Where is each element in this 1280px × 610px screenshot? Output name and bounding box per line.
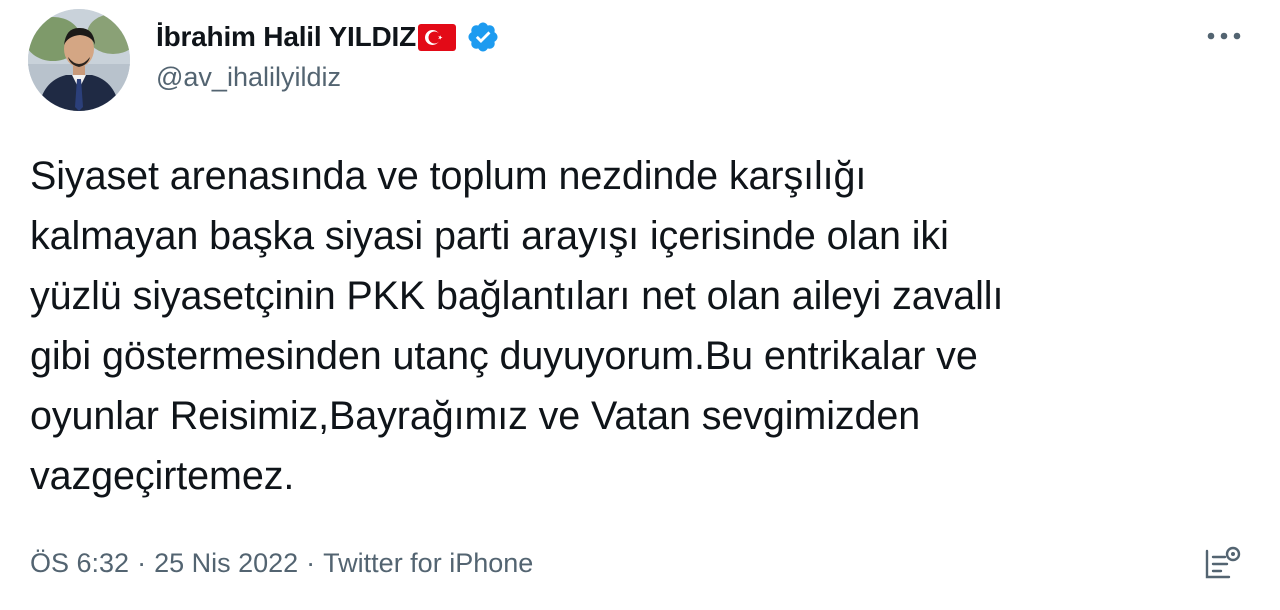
tweet-source[interactable]: Twitter for iPhone xyxy=(323,548,533,579)
more-horizontal-icon xyxy=(1207,32,1241,40)
verified-badge-icon xyxy=(466,20,500,54)
view-analytics-button[interactable] xyxy=(1198,540,1248,586)
author-name-row[interactable]: İbrahim Halil YILDIZ xyxy=(156,17,500,57)
tweet-date[interactable]: 25 Nis 2022 xyxy=(154,548,298,579)
tweet-line: Siyaset arenasında ve toplum nezdinde ka… xyxy=(30,154,867,198)
tweet-line: oyunlar Reisimiz,Bayrağımız ve Vatan sev… xyxy=(30,394,921,438)
tweet-line: vazgeçirtemez. xyxy=(30,454,295,498)
meta-separator: · xyxy=(137,547,147,578)
analytics-icon xyxy=(1205,546,1241,579)
avatar-photo xyxy=(28,9,130,111)
tweet-time[interactable]: ÖS 6:32 xyxy=(30,548,129,579)
author-handle[interactable]: @av_ihalilyildiz xyxy=(156,62,341,93)
more-options-button[interactable] xyxy=(1200,18,1248,54)
tweet-line: gibi göstermesinden utanç duyuyorum.Bu e… xyxy=(30,334,978,378)
tweet-text: Siyaset arenasında ve toplum nezdinde ka… xyxy=(30,146,1250,506)
tweet-metadata: ÖS 6:32 · 25 Nis 2022 · Twitter for iPho… xyxy=(30,543,533,583)
tweet-line: kalmayan başka siyasi parti arayışı içer… xyxy=(30,214,949,258)
author-display-name[interactable]: İbrahim Halil YILDIZ xyxy=(156,21,416,53)
avatar[interactable] xyxy=(28,9,130,111)
tweet-line: yüzlü siyasetçinin PKK bağlantıları net … xyxy=(30,274,1004,318)
meta-separator: · xyxy=(306,547,316,578)
turkey-flag-icon xyxy=(417,23,456,51)
